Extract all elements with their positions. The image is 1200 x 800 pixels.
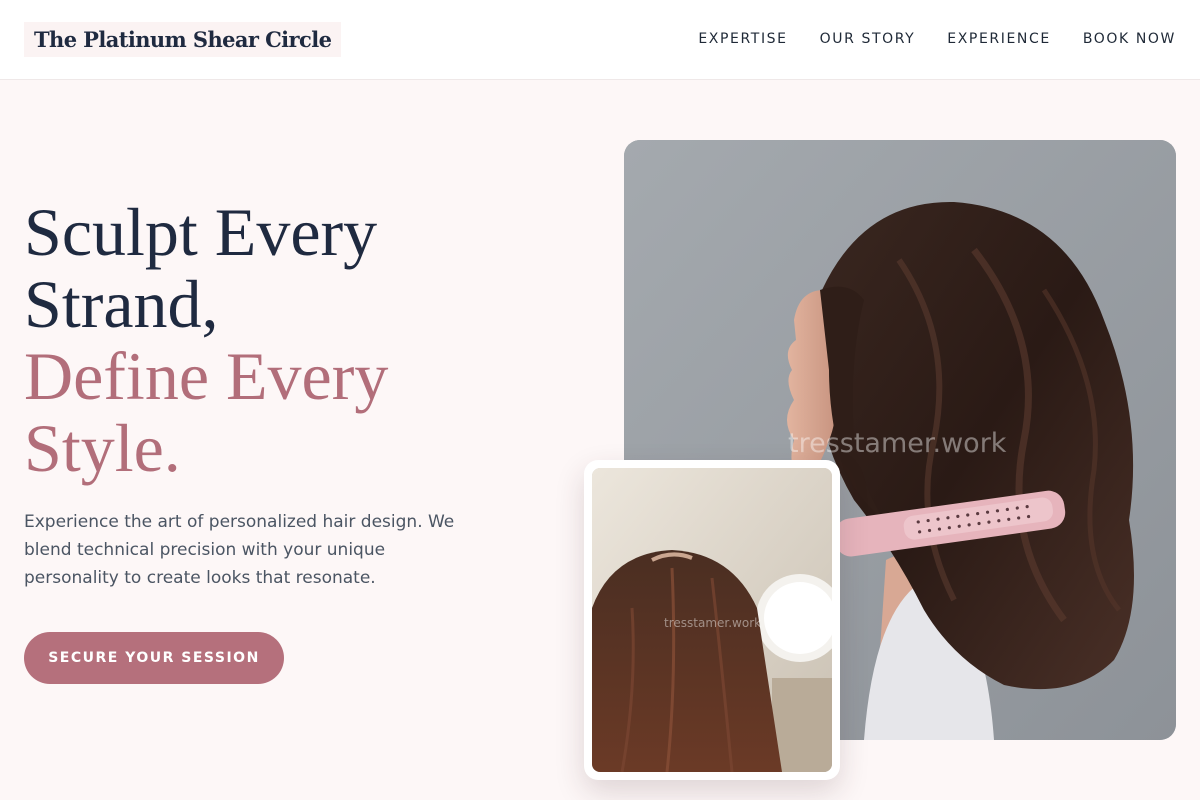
brand-logo[interactable]: The Platinum Shear Circle xyxy=(24,22,342,57)
nav-link-book-now[interactable]: BOOK NOW xyxy=(1083,31,1176,47)
detail-photo-watermark: tresstamer.work xyxy=(664,616,762,630)
nav-link-experience[interactable]: EXPERIENCE xyxy=(947,31,1051,47)
detail-photo: tresstamer.work xyxy=(592,468,832,772)
hero-headline: Sculpt Every Strand, Define Every Style. xyxy=(24,196,584,484)
nav-link-our-story[interactable]: OUR STORY xyxy=(820,31,916,47)
headline-line-2: Strand, xyxy=(24,266,219,342)
headline-accent-line-1: Define Every xyxy=(24,338,389,414)
detail-photo-card: tresstamer.work xyxy=(584,460,840,780)
hero-intro-text: Experience the art of personalized hair … xyxy=(24,512,455,588)
site-header: The Platinum Shear Circle EXPERTISE OUR … xyxy=(0,0,1200,80)
secure-session-button[interactable]: SECURE YOUR SESSION xyxy=(24,632,284,684)
main-nav: EXPERTISE OUR STORY EXPERIENCE BOOK NOW xyxy=(698,31,1176,47)
headline-accent-line-2: Style. xyxy=(24,410,181,486)
nav-link-expertise[interactable]: EXPERTISE xyxy=(698,31,787,47)
main-photo-watermark: tresstamer.work xyxy=(788,428,1007,459)
headline-line-1: Sculpt Every xyxy=(24,194,378,270)
